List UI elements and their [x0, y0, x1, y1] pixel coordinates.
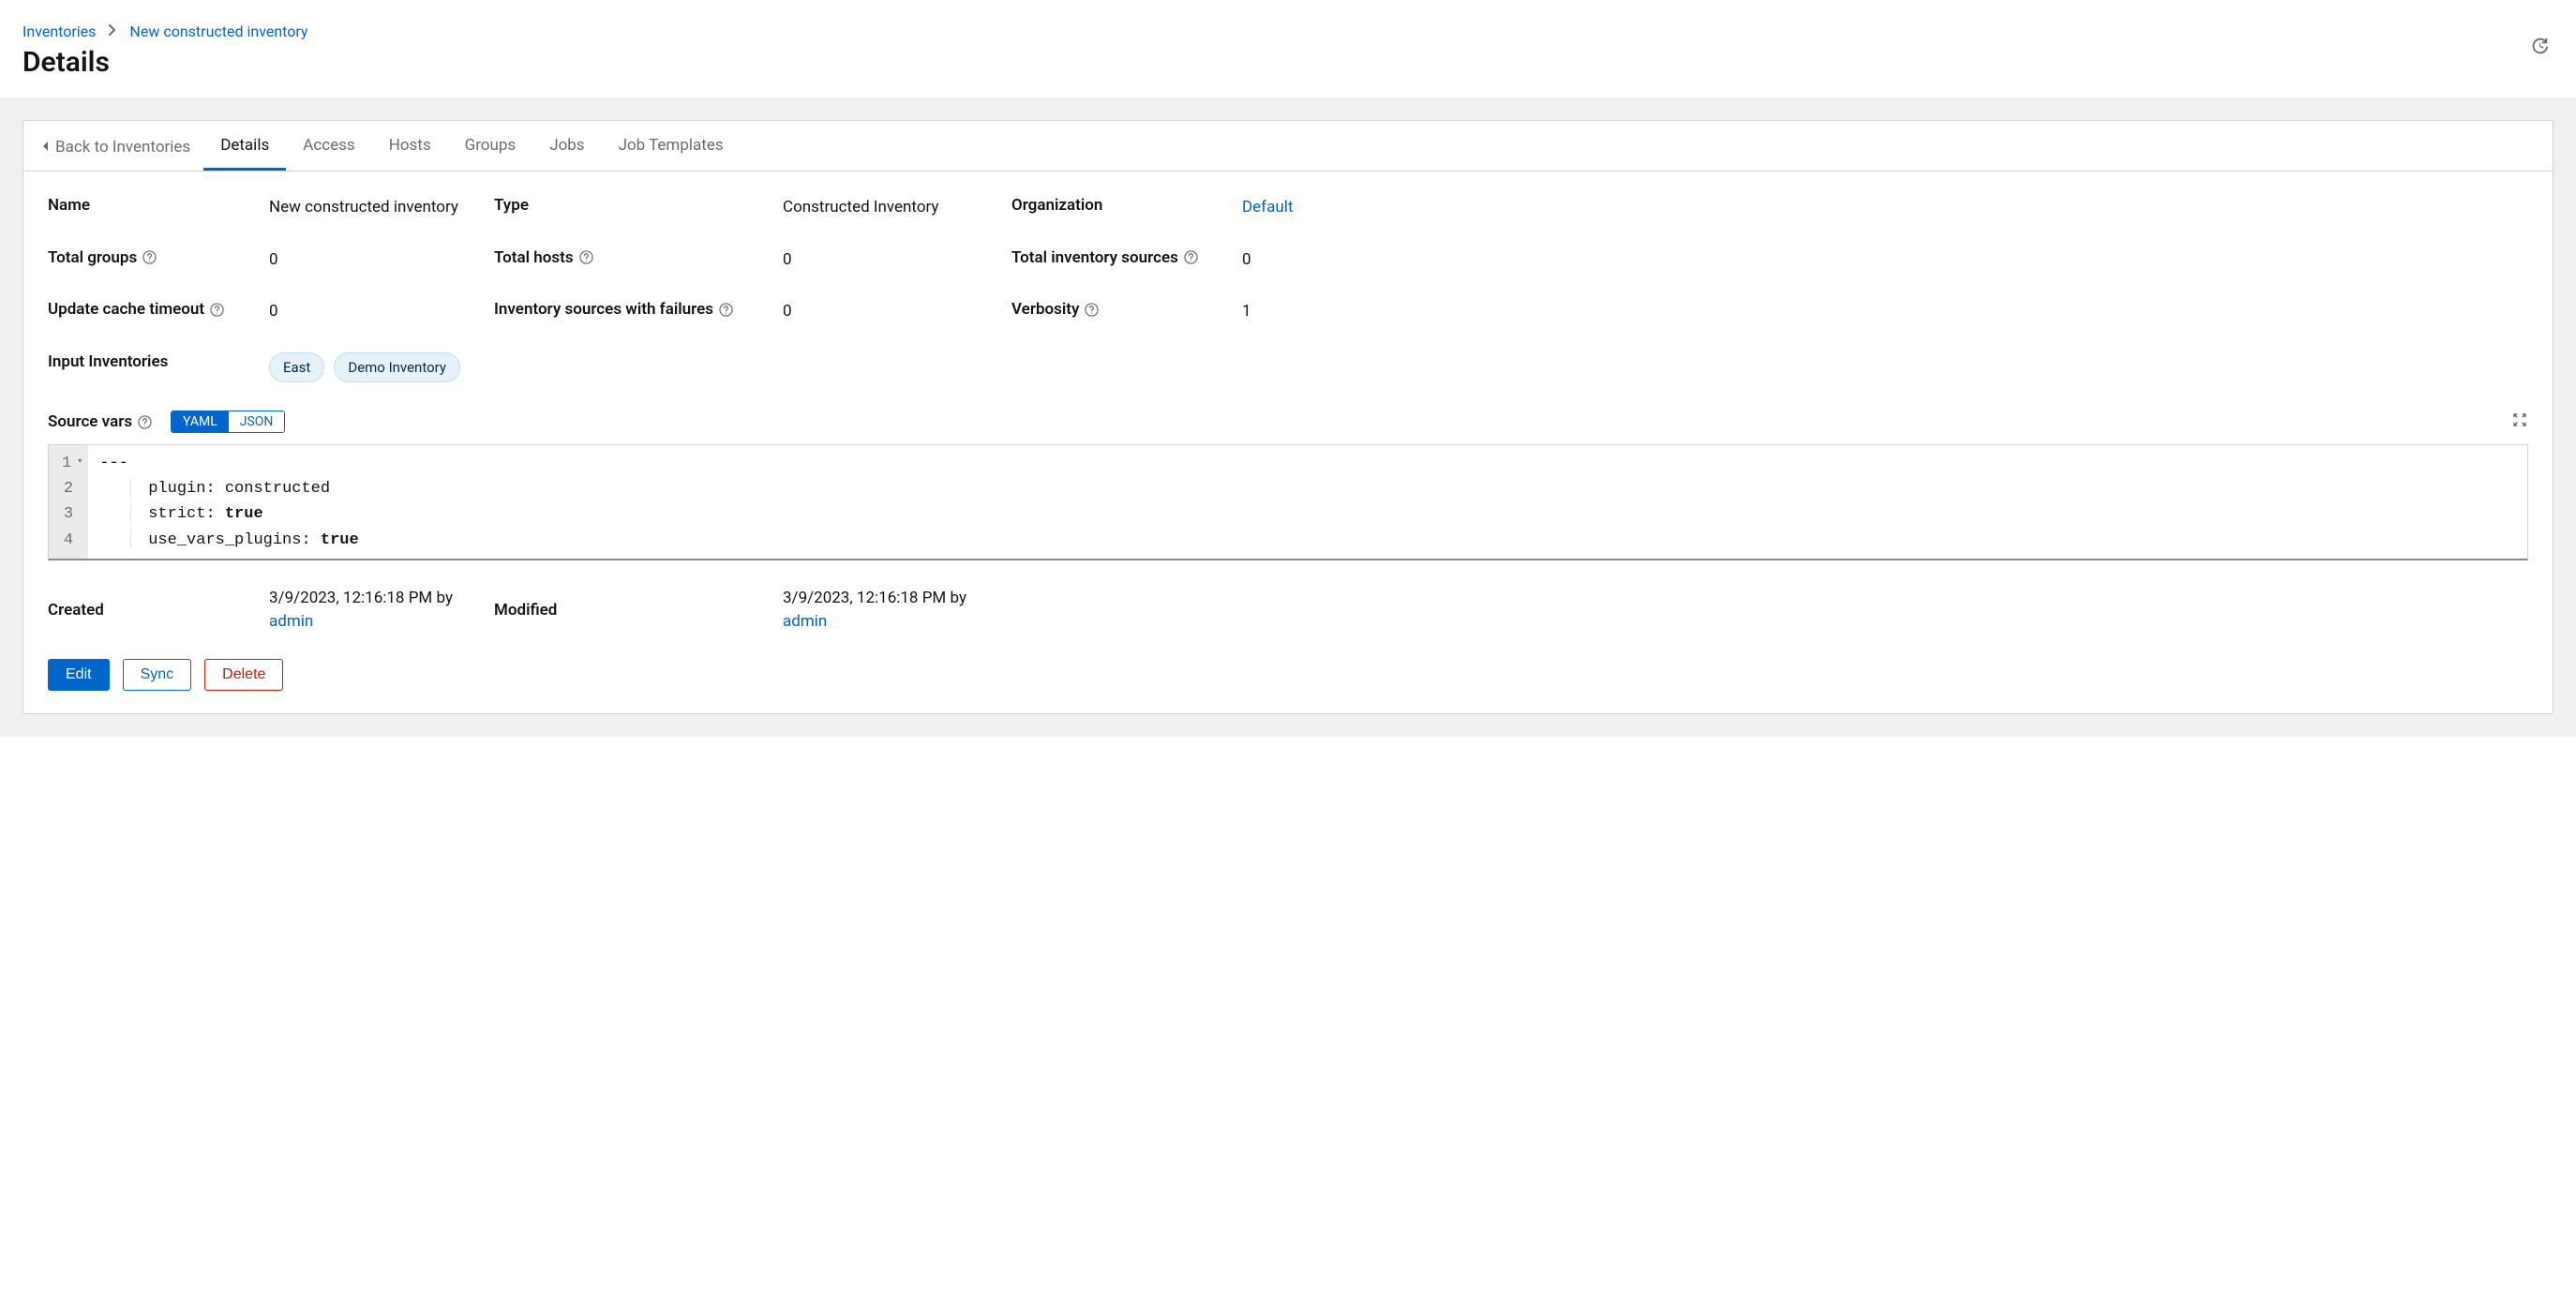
label-verbosity: Verbosity — [1011, 300, 1242, 319]
value-total-groups: 0 — [269, 248, 494, 273]
code-line: --- — [99, 451, 2516, 476]
tab-access[interactable]: Access — [286, 121, 371, 171]
history-icon[interactable] — [2529, 36, 2550, 60]
value-created: 3/9/2023, 12:16:18 PM by admin — [269, 587, 494, 635]
label-input-inventories: Input Inventories — [48, 352, 269, 371]
tab-details[interactable]: Details — [203, 121, 286, 171]
back-link-label: Back to Inventories — [55, 138, 190, 157]
breadcrumb-root[interactable]: Inventories — [22, 22, 96, 40]
code-line: plugin: constructed — [99, 476, 2516, 501]
label-created: Created — [48, 587, 269, 635]
back-to-inventories[interactable]: Back to Inventories — [42, 123, 203, 170]
value-total-hosts: 0 — [783, 248, 1011, 273]
code-line: strict: true — [99, 501, 2516, 527]
chip-input-inventory[interactable]: Demo Inventory — [334, 352, 460, 383]
value-organization: Default — [1242, 196, 2528, 220]
help-icon[interactable] — [142, 250, 157, 264]
details-panel: Back to Inventories Details Access Hosts… — [22, 120, 2554, 714]
label-name: Name — [48, 196, 269, 215]
label-type: Type — [494, 196, 783, 215]
created-user-link[interactable]: admin — [269, 612, 313, 631]
value-modified: 3/9/2023, 12:16:18 PM by admin — [783, 587, 2528, 635]
toggle-json[interactable]: JSON — [229, 411, 285, 432]
action-buttons: Edit Sync Delete — [48, 659, 2528, 691]
yaml-json-toggle: YAML JSON — [171, 411, 285, 433]
toggle-yaml[interactable]: YAML — [172, 411, 229, 432]
modified-user-link[interactable]: admin — [783, 612, 827, 631]
help-icon[interactable] — [579, 250, 593, 264]
label-total-groups: Total groups — [48, 248, 269, 267]
label-source-vars: Source vars — [48, 412, 152, 431]
value-update-cache-timeout: 0 — [269, 300, 494, 324]
chip-input-inventory[interactable]: East — [269, 352, 324, 383]
label-update-cache-timeout: Update cache timeout — [48, 300, 269, 319]
label-modified: Modified — [494, 587, 783, 635]
breadcrumb: Inventories New constructed inventory — [22, 22, 2554, 40]
chevron-right-icon — [109, 24, 116, 39]
editor-content[interactable]: --- plugin: constructed strict: true use… — [88, 445, 2527, 559]
tab-groups[interactable]: Groups — [448, 121, 533, 171]
edit-button[interactable]: Edit — [48, 659, 110, 691]
sync-button[interactable]: Sync — [123, 659, 192, 691]
tabs: Back to Inventories Details Access Hosts… — [23, 121, 2553, 172]
tab-hosts[interactable]: Hosts — [372, 121, 448, 171]
source-vars-editor[interactable]: 1 ▾ 2 3 4 --- plugin: constructed strict… — [48, 444, 2528, 560]
value-type: Constructed Inventory — [783, 196, 1011, 220]
value-verbosity: 1 — [1242, 300, 2528, 324]
editor-gutter: 1 ▾ 2 3 4 — [49, 445, 88, 559]
value-name: New constructed inventory — [269, 196, 494, 220]
caret-left-icon — [42, 138, 50, 157]
expand-icon[interactable] — [2511, 411, 2528, 432]
tab-job-templates[interactable]: Job Templates — [602, 121, 741, 171]
organization-link[interactable]: Default — [1242, 198, 1293, 216]
help-icon[interactable] — [1184, 250, 1198, 264]
value-total-inv-sources: 0 — [1242, 248, 2528, 273]
label-total-inv-sources: Total inventory sources — [1011, 248, 1242, 267]
delete-button[interactable]: Delete — [204, 659, 283, 691]
label-organization: Organization — [1011, 196, 1242, 215]
value-inv-sources-failures: 0 — [783, 300, 1011, 324]
label-inv-sources-failures: Inventory sources with failures — [494, 300, 783, 319]
help-icon[interactable] — [719, 303, 733, 317]
help-icon[interactable] — [138, 415, 152, 429]
label-total-hosts: Total hosts — [494, 248, 783, 267]
help-icon[interactable] — [210, 303, 224, 317]
tab-jobs[interactable]: Jobs — [532, 121, 601, 171]
breadcrumb-current[interactable]: New constructed inventory — [129, 22, 307, 40]
page-title: Details — [22, 46, 2554, 79]
code-line: use_vars_plugins: true — [99, 528, 2516, 553]
help-icon[interactable] — [1085, 303, 1099, 317]
